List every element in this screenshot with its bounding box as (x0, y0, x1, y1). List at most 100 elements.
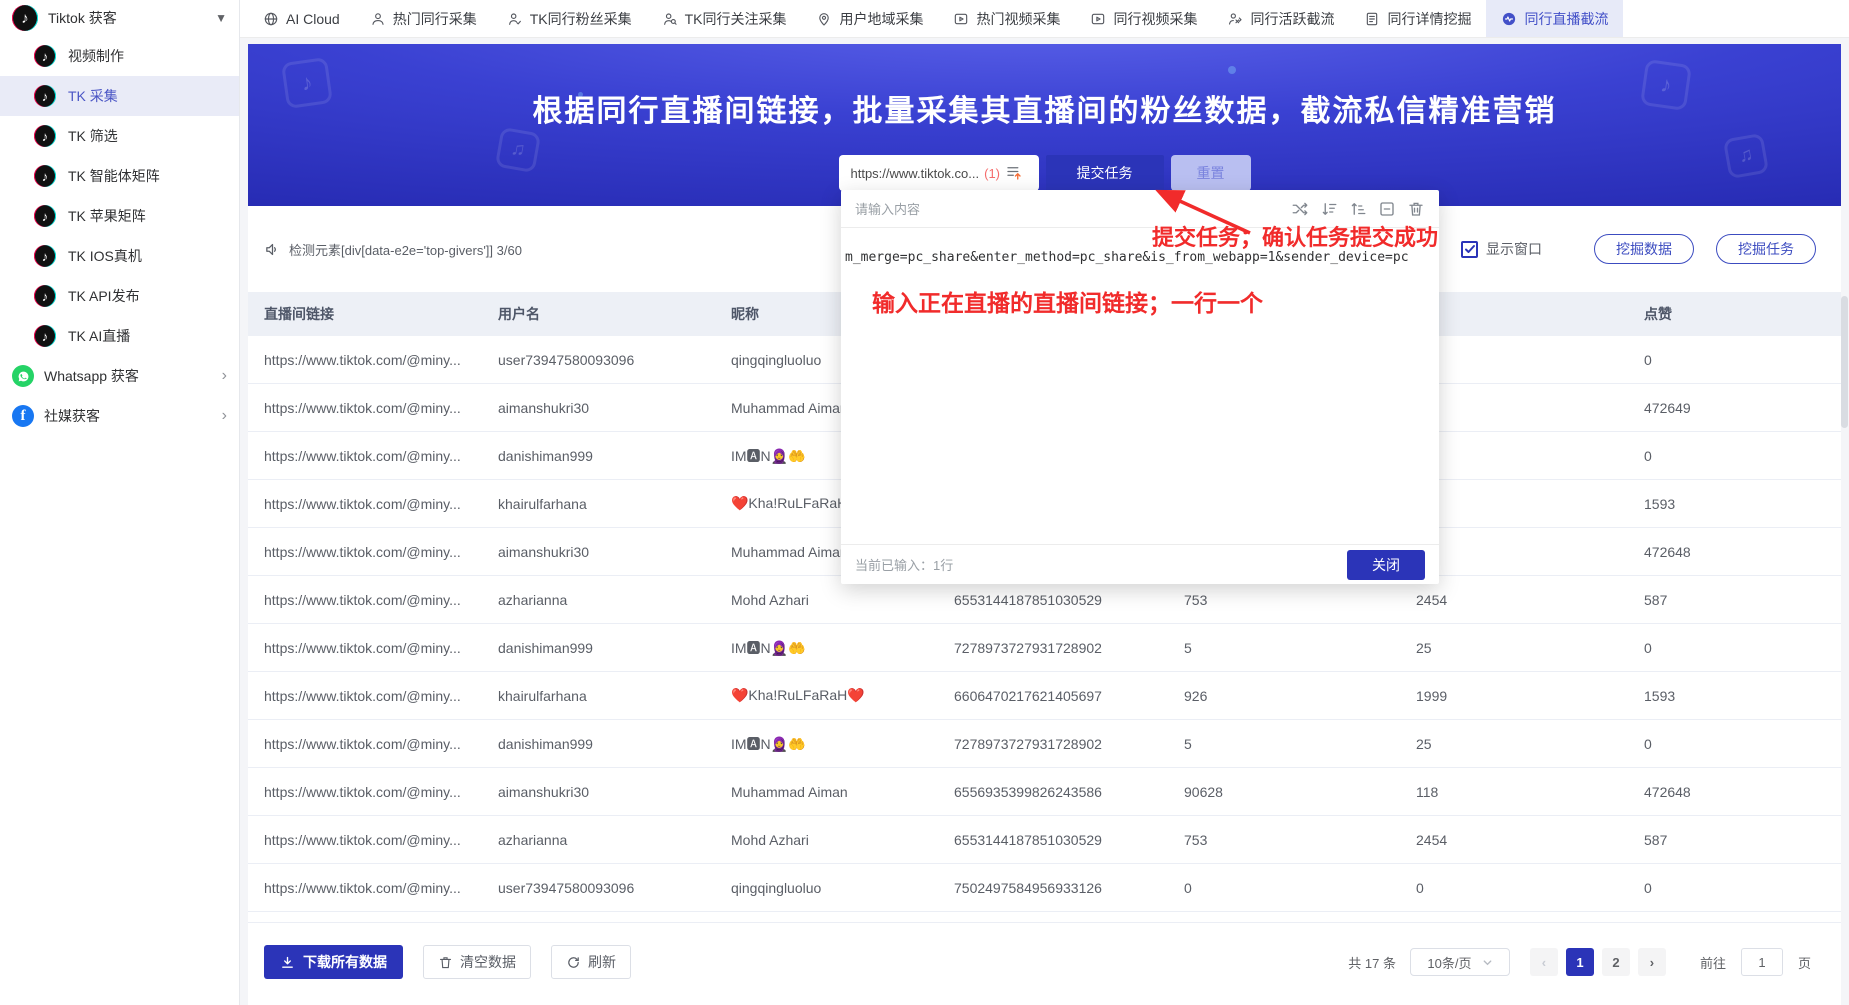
shuffle-icon[interactable] (1291, 200, 1309, 218)
page-size-select[interactable]: 10条/页 (1409, 948, 1510, 976)
sidebar-item-7[interactable]: ♪ TK AI直播 (0, 316, 239, 356)
sidebar-group-label: Whatsapp 获客 (44, 368, 139, 384)
table-row: https://www.tiktok.com/@miny... user73947… (248, 864, 1841, 912)
goto-suffix: 页 (1797, 955, 1811, 971)
refresh-button[interactable]: 刷新 (551, 945, 631, 979)
nav-tab-label: 同行直播截流 (1524, 10, 1609, 27)
nav-tab-0[interactable]: AI Cloud (248, 0, 355, 37)
sort-ascending-icon[interactable] (1349, 200, 1367, 218)
tiktok-icon: ♪ (34, 205, 56, 227)
sidebar-header[interactable]: ♪ Tiktok 获客 ▼ (0, 0, 239, 36)
cell-r4-c0: https://www.tiktok.com/@miny... (264, 543, 461, 560)
cell-r3-c6: 1593 (1644, 495, 1676, 512)
cell-r8-c1: danishiman999 (498, 735, 593, 752)
mine-task-button[interactable]: 挖掘任务 (1716, 234, 1816, 264)
nav-tab-8[interactable]: 同行详情挖掘 (1349, 0, 1486, 37)
sidebar-item-label: TK 苹果矩阵 (68, 208, 146, 224)
nav-tab-2[interactable]: TK同行粉丝采集 (492, 0, 647, 37)
cell-r3-c1: khairulfarhana (498, 495, 587, 512)
tiktok-icon: ♪ (34, 245, 56, 267)
nav-tab-label: 同行视频采集 (1113, 10, 1198, 27)
goto-label: 前往 (1699, 955, 1726, 971)
download-icon (282, 956, 293, 968)
column-header-0: 直播间链接 (264, 306, 334, 322)
sidebar-item-label: 视频制作 (68, 48, 124, 64)
sidebar-item-6[interactable]: ♪ TK API发布 (0, 276, 239, 316)
prev-page-button[interactable]: ‹ (1529, 948, 1558, 976)
sidebar-item-0[interactable]: ♪ 视频制作 (0, 36, 239, 76)
next-page-button[interactable]: › (1637, 948, 1666, 976)
chevron-right-icon: › (221, 407, 227, 424)
nav-tab-label: 热门同行采集 (392, 10, 477, 27)
person-pin-icon (819, 12, 830, 26)
minus-box-icon[interactable] (1378, 200, 1396, 218)
banner-title: 根据同行直播间链接，批量采集其直播间的粉丝数据，截流私信精准营销 (532, 95, 1557, 128)
goto-page-input[interactable]: 1 (1740, 948, 1783, 976)
nav-tab-1[interactable]: 热门同行采集 (355, 0, 492, 37)
chevron-down-icon[interactable]: ▼ (215, 11, 227, 25)
nav-tab-label: 用户地域采集 (839, 10, 924, 27)
nav-tab-6[interactable]: 同行视频采集 (1075, 0, 1212, 37)
live-url-input[interactable]: https://www.tiktok.co... (1) (838, 155, 1039, 191)
page-button-1[interactable]: 1 (1565, 948, 1594, 976)
clear-data-label: 清空数据 (460, 954, 516, 970)
nav-tab-label: 同行活跃截流 (1250, 10, 1335, 27)
sidebar-group-1[interactable]: f 社媒获客 › (0, 396, 239, 436)
download-all-button[interactable]: 下载所有数据 (264, 945, 403, 979)
clear-data-button[interactable]: 清空数据 (423, 945, 531, 979)
table-row: https://www.tiktok.com/@miny... khairulfa… (248, 672, 1841, 720)
close-button[interactable]: 关闭 (1347, 549, 1425, 580)
cell-r11-c6: 0 (1644, 879, 1652, 896)
sidebar-item-1[interactable]: ♪ TK 采集 (0, 76, 239, 116)
refresh-label: 刷新 (588, 954, 616, 970)
check-icon (1464, 245, 1475, 253)
cell-r2-c6: 0 (1644, 447, 1652, 464)
nav-tab-5[interactable]: 热门视频采集 (938, 0, 1075, 37)
show-window-checkbox[interactable] (1461, 240, 1478, 258)
banner: ♪ ♫ ♪ ♫ 根据同行直播间链接，批量采集其直播间的粉丝数据，截流私信精准营销… (248, 44, 1841, 206)
modal-content-text[interactable]: m_merge=pc_share&enter_method=pc_share&i… (841, 228, 1439, 544)
annotation-line2: 输入正在直播的直播间链接；一行一个 (872, 290, 1263, 316)
url-count-badge: (1) (984, 165, 1000, 181)
cell-r0-c0: https://www.tiktok.com/@miny... (264, 351, 461, 368)
whatsapp-icon (12, 365, 34, 387)
sidebar-item-4[interactable]: ♪ TK 苹果矩阵 (0, 196, 239, 236)
tiktok-icon: ♪ (34, 325, 56, 347)
person-arrows-icon (1229, 12, 1243, 25)
bottom-bar: 下载所有数据 清空数据 刷新 共 17 条 10条/页 ‹ 12 › 前往 1 … (248, 932, 1841, 992)
sidebar-item-2[interactable]: ♪ TK 筛选 (0, 116, 239, 156)
cell-r7-c5: 1999 (1416, 687, 1448, 704)
mine-data-button[interactable]: 挖掘数据 (1594, 234, 1694, 264)
sidebar-item-5[interactable]: ♪ TK IOS真机 (0, 236, 239, 276)
total-count: 共 17 条 (1348, 955, 1396, 971)
table-row: https://www.tiktok.com/@miny... azhariann… (248, 816, 1841, 864)
sort-descending-icon[interactable] (1320, 200, 1338, 218)
page-button-2[interactable]: 2 (1601, 948, 1630, 976)
nav-tab-3[interactable]: TK同行关注采集 (647, 0, 802, 37)
cell-r5-c3: 6553144187851030529 (954, 591, 1102, 608)
cell-r8-c4: 5 (1184, 735, 1192, 752)
cell-r10-c6: 587 (1644, 831, 1668, 848)
column-header-6: 点赞 (1644, 306, 1672, 322)
nav-tab-4[interactable]: 用户地域采集 (801, 0, 938, 37)
sidebar-item-3[interactable]: ♪ TK 智能体矩阵 (0, 156, 239, 196)
nav-tab-9[interactable]: 同行直播截流 (1486, 0, 1624, 37)
tiktok-icon: ♪ (34, 165, 56, 187)
cell-r9-c5: 118 (1416, 783, 1439, 800)
tiktok-icon: ♪ (34, 285, 56, 307)
cell-r6-c4: 5 (1184, 639, 1192, 656)
sidebar-item-label: TK AI直播 (68, 328, 131, 344)
cell-r11-c1: user73947580093096 (498, 879, 635, 896)
nav-tab-7[interactable]: 同行活跃截流 (1212, 0, 1349, 37)
edit-list-icon[interactable] (1005, 164, 1023, 182)
vertical-scrollbar[interactable] (1841, 296, 1848, 428)
cell-r4-c6: 472648 (1644, 543, 1691, 560)
cell-r1-c1: aimanshukri30 (498, 399, 590, 416)
top-nav: AI Cloud 热门同行采集 TK同行粉丝采集 TK同行关注采集 用户地域采集 热门视频… (240, 0, 1849, 38)
trash-icon[interactable] (1407, 200, 1425, 218)
cell-r11-c5: 0 (1416, 879, 1424, 896)
sidebar-group-0[interactable]: Whatsapp 获客 › (0, 356, 239, 396)
cell-r10-c4: 753 (1184, 831, 1208, 848)
cell-r9-c1: aimanshukri30 (498, 783, 590, 800)
refresh-icon (568, 956, 579, 968)
